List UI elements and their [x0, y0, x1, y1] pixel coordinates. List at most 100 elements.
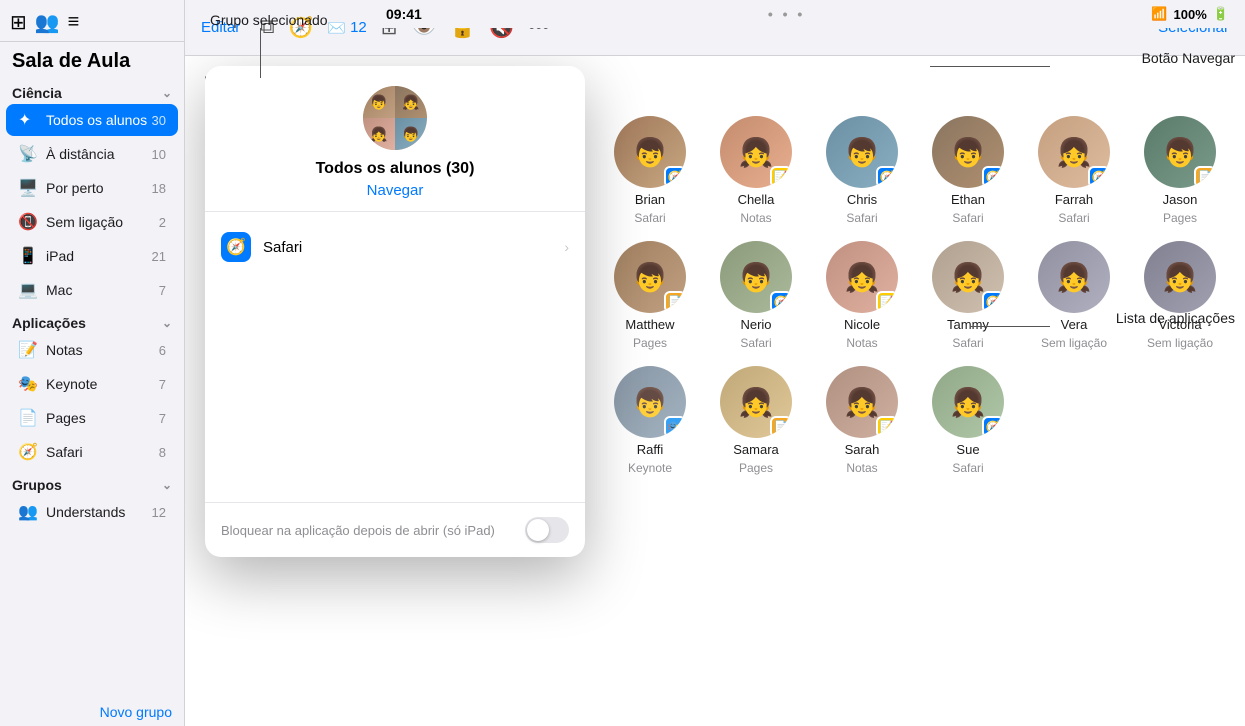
status-bar: 09:41 • • • 📶 100% 🔋 — [370, 0, 1245, 28]
badge-sue: 🧭 — [982, 416, 1004, 438]
avatar-nicole: 👧 📝 — [826, 241, 898, 313]
notas-icon: 📝 — [18, 340, 40, 360]
student-jason[interactable]: 👦 📄 Jason Pages — [1135, 116, 1225, 225]
name-sue: Sue — [956, 442, 979, 457]
student-sue[interactable]: 👧 🧭 Sue Safari — [923, 366, 1013, 475]
badge-nerio: 🧭 — [770, 291, 792, 313]
notas-count: 6 — [159, 343, 166, 358]
badge-chella: 📝 — [770, 166, 792, 188]
grupos-chevron[interactable]: ⌄ — [162, 478, 172, 492]
todos-alunos-count: 30 — [152, 113, 166, 128]
modal-toggle-label: Bloquear na aplicação depois de abrir (s… — [221, 523, 525, 538]
new-group-button[interactable]: Novo grupo — [0, 698, 184, 726]
avatar-tammy: 👧 🧭 — [932, 241, 1004, 313]
ipad-count: 21 — [152, 249, 166, 264]
badge-matthew: 📄 — [664, 291, 686, 313]
student-chris[interactable]: 👦 🧭 Chris Safari — [817, 116, 907, 225]
grid-icon[interactable]: ⊞ — [10, 10, 27, 35]
avatar-sarah: 👧 📝 — [826, 366, 898, 438]
list-icon[interactable]: ≡ — [68, 11, 80, 34]
app-vera: Sem ligação — [1041, 336, 1107, 350]
student-sarah[interactable]: 👧 📝 Sarah Notas — [817, 366, 907, 475]
student-ethan[interactable]: 👦 🧭 Ethan Safari — [923, 116, 1013, 225]
face1: 👦 — [363, 86, 395, 118]
annotation-grupo-selecionado: Grupo selecionado — [210, 12, 328, 28]
student-matthew[interactable]: 👦 📄 Matthew Pages — [605, 241, 695, 350]
section-aplicacoes-label: Aplicações — [12, 315, 86, 331]
modal-group-faces: 👦 👧 👧 👦 — [363, 86, 427, 150]
understands-count: 12 — [152, 505, 166, 520]
sidebar-item-perperto[interactable]: 🖥️ Por perto 18 — [6, 172, 178, 204]
avatar-matthew: 👦 📄 — [614, 241, 686, 313]
student-samara[interactable]: 👧 📄 Samara Pages — [711, 366, 801, 475]
aplicacoes-chevron[interactable]: ⌄ — [162, 316, 172, 330]
perperto-label: Por perto — [46, 180, 152, 196]
notas-label: Notas — [46, 342, 159, 358]
student-vera[interactable]: 👧 Vera Sem ligação — [1029, 241, 1119, 350]
battery-icon: 🔋 — [1213, 6, 1229, 22]
ciencia-chevron[interactable]: ⌄ — [162, 86, 172, 100]
mac-label: Mac — [46, 282, 159, 298]
name-raffi: Raffi — [637, 442, 664, 457]
sidebar-item-semligacao[interactable]: 📵 Sem ligação 2 — [6, 206, 178, 238]
app-victoria: Sem ligação — [1147, 336, 1213, 350]
student-nicole[interactable]: 👧 📝 Nicole Notas — [817, 241, 907, 350]
avatar-samara: 👧 📄 — [720, 366, 792, 438]
name-nicole: Nicole — [844, 317, 880, 332]
navigate-modal: 👦 👧 👧 👦 Todos os alunos (30) Navegar 🧭 S… — [205, 66, 585, 557]
modal-header: 👦 👧 👧 👦 Todos os alunos (30) Navegar — [205, 66, 585, 212]
sidebar-title: Sala de Aula — [0, 42, 184, 77]
safari-count: 8 — [159, 445, 166, 460]
messages-badge[interactable]: ✉️ 12 — [327, 19, 366, 37]
student-chella[interactable]: 👧 📝 Chella Notas — [711, 116, 801, 225]
name-brian: Brian — [635, 192, 665, 207]
sidebar-item-mac[interactable]: 💻 Mac 7 — [6, 274, 178, 306]
avatar-vera: 👧 — [1038, 241, 1110, 313]
student-nerio[interactable]: 👦 🧭 Nerio Safari — [711, 241, 801, 350]
modal-toggle[interactable] — [525, 517, 569, 543]
people-icon[interactable]: 👥 — [35, 10, 60, 35]
student-victoria[interactable]: 👧 Victoria Sem ligação — [1135, 241, 1225, 350]
sidebar-item-understands[interactable]: 👥 Understands 12 — [6, 496, 178, 528]
app-nerio: Safari — [740, 336, 771, 350]
student-brian[interactable]: 👦 🧭 Brian Safari — [605, 116, 695, 225]
name-matthew: Matthew — [625, 317, 674, 332]
app-chella: Notas — [740, 211, 771, 225]
sidebar-item-keynote[interactable]: 🎭 Keynote 7 — [6, 368, 178, 400]
modal-safari-item[interactable]: 🧭 Safari › — [205, 220, 585, 274]
sidebar-item-notas[interactable]: 📝 Notas 6 — [6, 334, 178, 366]
badge-ethan: 🧭 — [982, 166, 1004, 188]
section-aplicacoes: Aplicações ⌄ — [0, 307, 184, 333]
safari-app-icon: 🧭 — [221, 232, 251, 262]
safari-sidebar-icon: 🧭 — [18, 442, 40, 462]
student-farrah[interactable]: 👧 🧭 Farrah Safari — [1029, 116, 1119, 225]
sidebar-item-todos-alunos[interactable]: ✦ Todos os alunos 30 — [6, 104, 178, 136]
annotation-line-grupo — [260, 28, 261, 78]
todos-alunos-icon: ✦ — [18, 110, 40, 130]
main-content: 09:41 • • • 📶 100% 🔋 Editar ⧉ 🧭 ✉️ 12 ⊞ … — [185, 0, 1245, 726]
name-nerio: Nerio — [740, 317, 771, 332]
avatar-ethan: 👦 🧭 — [932, 116, 1004, 188]
sidebar-item-safari[interactable]: 🧭 Safari 8 — [6, 436, 178, 468]
semligacao-count: 2 — [159, 215, 166, 230]
avatar-brian: 👦 🧭 — [614, 116, 686, 188]
student-raffi[interactable]: 👦 🎭 Raffi Keynote — [605, 366, 695, 475]
annotation-line-lista-h — [970, 326, 1050, 327]
modal-action[interactable]: Navegar — [225, 182, 565, 199]
sidebar-item-pages[interactable]: 📄 Pages 7 — [6, 402, 178, 434]
avatar-victoria: 👧 — [1144, 241, 1216, 313]
student-tammy[interactable]: 👧 🧭 Tammy Safari — [923, 241, 1013, 350]
name-chella: Chella — [738, 192, 775, 207]
face2: 👧 — [395, 86, 427, 118]
sidebar: ⊞ 👥 ≡ Sala de Aula Ciência ⌄ ✦ Todos os … — [0, 0, 185, 726]
section-grupos-label: Grupos — [12, 477, 62, 493]
sidebar-top-icons: ⊞ 👥 ≡ — [0, 0, 184, 42]
app-farrah: Safari — [1058, 211, 1089, 225]
keynote-icon: 🎭 — [18, 374, 40, 394]
name-farrah: Farrah — [1055, 192, 1093, 207]
sidebar-item-distancia[interactable]: 📡 À distância 10 — [6, 138, 178, 170]
sidebar-item-ipad[interactable]: 📱 iPad 21 — [6, 240, 178, 272]
ipad-icon: 📱 — [18, 246, 40, 266]
app-jason: Pages — [1163, 211, 1197, 225]
app-brian: Safari — [634, 211, 665, 225]
